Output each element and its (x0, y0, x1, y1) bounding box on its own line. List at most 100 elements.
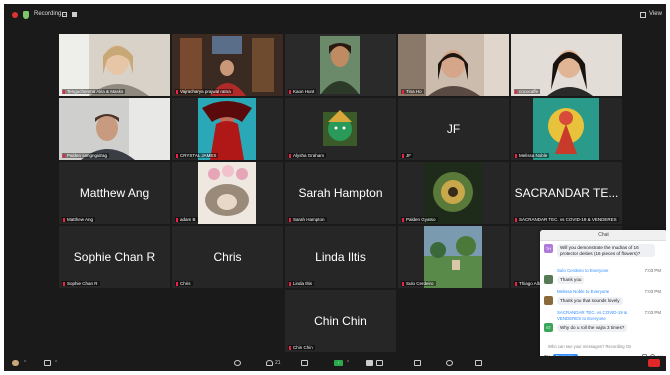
participant-name: adam B (175, 217, 198, 222)
zoom-window: Recording... View Tenguchenma Alila & Ma… (4, 4, 666, 371)
participant-tile[interactable]: Sophie Chan R Sophie Chan R (59, 226, 170, 288)
chat-message: Sulo Cerdeiro to Everyone 7:03 PM Thank … (544, 268, 661, 286)
video-camera-icon[interactable] (44, 360, 51, 366)
participant-tile[interactable]: Sarah Hampton Sarah Hampton (285, 162, 396, 224)
participant-name: Palden sangngidrag (62, 153, 110, 158)
participant-tile[interactable]: Vajracharya prajwal ratna (172, 34, 283, 96)
share-screen-icon[interactable]: ↑ (334, 360, 343, 366)
participant-tile[interactable]: Palden sangngidrag (59, 98, 170, 160)
view-button[interactable]: View (649, 11, 662, 17)
avatar (544, 296, 553, 305)
participant-tile[interactable]: Chris Chris (172, 226, 283, 288)
pause-recording-icon[interactable] (62, 12, 67, 17)
participant-name: Melissa Noble (514, 153, 550, 158)
record-icon[interactable] (366, 360, 373, 366)
participant-display-name: JF (446, 122, 461, 136)
message-time: 7:03 PM (644, 310, 661, 315)
video-feed (511, 98, 622, 160)
whiteboard-icon[interactable] (475, 360, 482, 366)
video-feed (511, 34, 622, 96)
participant-name: Vajracharya prajwal ratna (175, 89, 233, 94)
participant-tile[interactable]: Linda Iltis Linda Iltis (285, 226, 396, 288)
participant-name: Chin Chin (288, 345, 315, 350)
participant-tile[interactable]: Kaon Hunt (285, 34, 396, 96)
chat-message: SACRANDAR TEC. vs COVID-19 & VENDERES to… (544, 310, 661, 338)
gallery-view-icon[interactable] (640, 12, 646, 18)
participant-tile[interactable]: Melissa Noble (511, 98, 622, 160)
message-text: Why do u roll the vajra 3 times? (557, 324, 628, 332)
participant-name: Linda Iltis (288, 281, 315, 286)
participant-name: cococaffe (514, 89, 541, 94)
participant-name: Tina Ho (401, 89, 424, 94)
security-shield-icon[interactable] (23, 11, 29, 19)
participant-display-name: Matthew Ang (79, 186, 150, 200)
participant-tile[interactable]: CRYSTAL JAMES (172, 98, 283, 160)
participant-name: Tenguchenma Alila & Masks (62, 89, 126, 94)
avatar: ST (544, 323, 553, 332)
participant-display-name: Sarah Hampton (298, 186, 383, 200)
chat-privacy-notice[interactable]: Who can see your messages? Recording On (548, 344, 631, 349)
breakout-rooms-icon[interactable] (414, 360, 421, 366)
reactions-icon[interactable] (376, 360, 383, 366)
participant-tile[interactable]: adam B (172, 162, 283, 224)
message-sender: SACRANDAR TEC. vs COVID-19 & VENDERES to… (557, 310, 627, 321)
participant-display-name: Linda Iltis (315, 250, 366, 264)
message-sender: Sulo Cerdeiro to Everyone (557, 268, 609, 273)
chat-title: Chat (540, 230, 666, 241)
audio-chevron-icon[interactable]: ⌃ (23, 360, 27, 367)
participant-tile[interactable]: Alysha Graham (285, 98, 396, 160)
stop-recording-icon[interactable] (72, 12, 77, 17)
security-icon[interactable] (234, 360, 241, 366)
video-feed (398, 226, 509, 288)
participant-name: Kaon Hunt (288, 89, 317, 94)
message-time: 7:03 PM (644, 268, 661, 273)
video-feed (398, 162, 509, 224)
avatar: TH (544, 244, 553, 253)
participant-tile[interactable]: Tenguchenma Alila & Masks (59, 34, 170, 96)
participant-tile[interactable]: Tina Ho (398, 34, 509, 96)
participant-name: Palden Gyatso (401, 217, 438, 222)
message-time: 7:03 PM (644, 289, 661, 294)
meeting-controls: ⌃ ⌃ 21 ↑ ⌃ (4, 356, 666, 371)
self-video-icon[interactable] (12, 360, 19, 366)
participant-tile[interactable]: JF JF (398, 98, 509, 160)
chat-message: TH Will you demonstrate the mudras of 16… (544, 244, 661, 266)
participants-icon[interactable] (266, 360, 273, 366)
video-feed (398, 34, 509, 96)
leave-meeting-button[interactable] (648, 359, 660, 367)
participant-tile[interactable]: SACRANDAR TE... SACRANDAR TEC. vs COVID-… (511, 162, 622, 224)
video-feed (172, 98, 283, 160)
participant-tile[interactable]: Matthew Ang Matthew Ang (59, 162, 170, 224)
participant-name: Sophie Chan R (62, 281, 100, 286)
participant-tile[interactable]: Palden Gyatso (398, 162, 509, 224)
participant-name: Chris (175, 281, 193, 286)
participant-tile[interactable]: cococaffe (511, 34, 622, 96)
video-feed (172, 34, 283, 96)
recording-dot-icon (12, 12, 18, 18)
participant-name: Sulo Cerdeiro (401, 281, 436, 286)
video-feed (285, 34, 396, 96)
apps-icon[interactable] (446, 360, 453, 366)
participant-tile[interactable]: Chin Chin Chin Chin (285, 290, 396, 352)
chat-icon[interactable] (301, 360, 308, 366)
share-chevron-icon[interactable]: ⌃ (346, 360, 350, 367)
video-feed (172, 162, 283, 224)
video-feed (59, 34, 170, 96)
message-sender: Melissa Noble to Everyone (557, 289, 610, 294)
participant-name: Alysha Graham (288, 153, 327, 158)
message-text: Will you demonstrate the mudras of 16 pr… (557, 244, 655, 258)
message-text: Thank you (557, 276, 585, 284)
participant-name: Matthew Ang (62, 217, 96, 222)
video-feed (285, 98, 396, 160)
participant-display-name: Chin Chin (314, 314, 367, 328)
participant-name: SACRANDAR TEC. vs COVID-19 & VENDERES (514, 217, 619, 222)
participant-display-name: SACRANDAR TE... (514, 186, 619, 200)
participant-tile[interactable]: Sulo Cerdeiro (398, 226, 509, 288)
chat-message: Melissa Noble to Everyone 7:03 PM Thank … (544, 289, 661, 307)
video-chevron-icon[interactable]: ⌃ (54, 360, 58, 367)
participant-name: Sarah Hampton (288, 217, 327, 222)
top-bar: Recording... View (4, 4, 666, 26)
participants-count: 21 (275, 360, 281, 366)
participant-name: JF (401, 153, 413, 158)
avatar (544, 275, 553, 284)
